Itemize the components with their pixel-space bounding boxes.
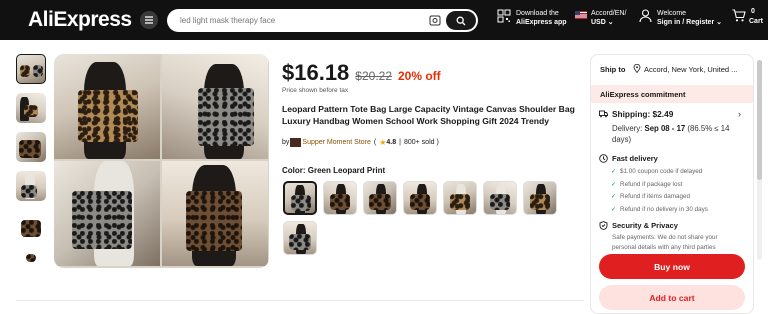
delivery-estimate: Delivery: Sep 08 - 17 (86.5% ≤ 14 days) bbox=[612, 123, 742, 145]
store-name-link[interactable]: Supper Moment Store bbox=[302, 139, 370, 146]
product-title: Leopard Pattern Tote Bag Large Capacity … bbox=[282, 104, 575, 126]
star-icon: ★ bbox=[379, 138, 387, 147]
ship-to-label: Ship to bbox=[600, 65, 626, 74]
cart-icon bbox=[732, 9, 746, 22]
tax-note: Price shown before tax bbox=[282, 87, 349, 94]
fast-delivery-title: Fast delivery bbox=[612, 154, 658, 163]
scrollbar-thumb[interactable] bbox=[757, 60, 762, 180]
chevron-down-icon: ⌄ bbox=[716, 19, 723, 26]
cart-label: Cart bbox=[749, 18, 764, 25]
image-search-icon[interactable] bbox=[429, 15, 441, 26]
rating-value[interactable]: 4.8 bbox=[386, 139, 396, 146]
color-swatch-1[interactable] bbox=[283, 181, 317, 215]
search-icon bbox=[456, 16, 466, 25]
cart-count-badge: 0 bbox=[751, 8, 755, 15]
cart-button[interactable]: 0 Cart bbox=[732, 8, 764, 25]
us-flag-icon bbox=[575, 11, 587, 19]
store-prefix: by bbox=[282, 139, 290, 146]
location-pin-icon bbox=[633, 64, 641, 73]
app-line-2: AliExpress app bbox=[516, 19, 567, 26]
sold-count: 800+ sold bbox=[403, 139, 435, 146]
search-bar bbox=[167, 9, 478, 32]
currency-label: USD bbox=[591, 19, 606, 26]
price-row: $16.18 $20.22 20% off bbox=[282, 60, 441, 86]
thumbnail-6[interactable] bbox=[16, 249, 46, 263]
locale-selector[interactable]: Accord/EN/ USD ⌄ bbox=[575, 9, 626, 27]
purchase-panel: Ship to Accord, New York, United ... Ali… bbox=[590, 54, 754, 314]
thumbnail-5[interactable] bbox=[16, 210, 46, 240]
color-swatch-5[interactable] bbox=[443, 181, 477, 215]
locale-line-1: Accord/EN/ bbox=[591, 10, 627, 17]
discount-badge: 20% off bbox=[398, 69, 441, 83]
store-logo bbox=[290, 138, 302, 147]
qr-code-icon bbox=[497, 9, 511, 23]
app-line-1: Download the bbox=[516, 10, 559, 17]
clock-icon bbox=[599, 154, 608, 163]
truck-icon bbox=[599, 110, 608, 118]
search-button[interactable] bbox=[446, 11, 476, 30]
color-swatch-7[interactable] bbox=[523, 181, 557, 215]
user-icon bbox=[639, 9, 652, 23]
delivery-prefix: Delivery: bbox=[612, 124, 643, 133]
main-product-image[interactable] bbox=[54, 54, 269, 268]
aliexpress-logo[interactable]: AliExpress bbox=[28, 8, 132, 32]
color-swatch-3[interactable] bbox=[363, 181, 397, 215]
search-input[interactable] bbox=[180, 16, 420, 25]
account-menu[interactable]: Welcome Sign in / Register ⌄ bbox=[639, 9, 722, 27]
thumbnail-1[interactable] bbox=[16, 54, 46, 84]
color-swatch-6[interactable] bbox=[483, 181, 517, 215]
store-info: by Supper Moment Store ( ★ 4.8 | 800+ so… bbox=[282, 138, 439, 147]
commitment-banner: AliExpress commitment bbox=[591, 85, 753, 103]
thumbnail-4[interactable] bbox=[16, 171, 46, 201]
divider bbox=[16, 300, 584, 301]
list-item: Refund if no delivery in 30 days bbox=[611, 204, 708, 217]
list-item: Refund if items damaged bbox=[611, 191, 708, 204]
delivery-dates: Sep 08 - 17 bbox=[644, 124, 686, 133]
fast-delivery-list: $1.00 coupon code if delayed Refund if p… bbox=[611, 166, 708, 216]
hamburger-icon bbox=[145, 16, 153, 24]
security-title: Security & Privacy bbox=[612, 221, 678, 230]
list-item: Refund if package lost bbox=[611, 179, 708, 192]
list-item: $1.00 coupon code if delayed bbox=[611, 166, 708, 179]
ship-to-location[interactable]: Accord, New York, United ... bbox=[644, 65, 737, 74]
sign-in-register: Sign in / Register bbox=[657, 19, 715, 26]
buy-now-button[interactable]: Buy now bbox=[599, 254, 745, 279]
welcome-text: Welcome bbox=[657, 10, 687, 17]
menu-button[interactable] bbox=[140, 11, 158, 29]
color-label: Color: Green Leopard Print bbox=[282, 166, 386, 175]
original-price: $20.22 bbox=[355, 69, 392, 83]
chevron-down-icon: ⌄ bbox=[607, 19, 614, 26]
color-swatch-4[interactable] bbox=[403, 181, 437, 215]
commitment-title: AliExpress commitment bbox=[600, 90, 686, 99]
scrollbar[interactable] bbox=[757, 60, 762, 260]
color-swatch-2[interactable] bbox=[323, 181, 357, 215]
top-header: AliExpress Download the AliExpress app A… bbox=[0, 0, 768, 40]
shield-icon bbox=[599, 221, 608, 230]
color-swatch-8[interactable] bbox=[283, 221, 317, 255]
app-download-link[interactable]: Download the AliExpress app bbox=[497, 9, 567, 27]
thumbnail-2[interactable] bbox=[16, 93, 46, 123]
security-text: Safe payments: We do not share your pers… bbox=[612, 234, 718, 251]
current-price: $16.18 bbox=[282, 60, 350, 85]
thumbnail-list bbox=[16, 54, 48, 272]
shipping-price[interactable]: Shipping: $2.49 bbox=[612, 109, 673, 119]
add-to-cart-button[interactable]: Add to cart bbox=[599, 285, 745, 310]
thumbnail-3[interactable] bbox=[16, 132, 46, 162]
chevron-right-icon[interactable]: › bbox=[738, 109, 741, 119]
